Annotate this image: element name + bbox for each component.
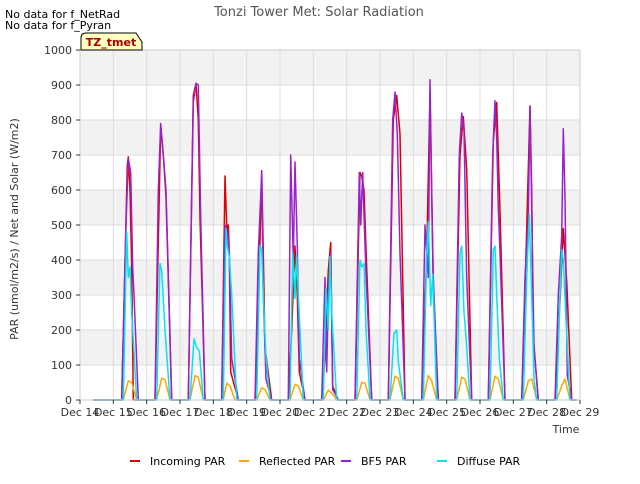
y-tick-label: 700	[51, 149, 72, 162]
site-tag: TZ_tmet	[80, 32, 143, 51]
background-band	[80, 190, 580, 225]
background-band	[80, 50, 580, 85]
x-axis-label: Time	[552, 423, 580, 436]
x-tick-label: Dec 29	[561, 406, 600, 419]
y-tick-label: 1000	[44, 44, 72, 57]
y-tick-label: 800	[51, 114, 72, 127]
chart-title: Tonzi Tower Met: Solar Radiation	[213, 5, 424, 20]
y-tick-label: 300	[51, 289, 72, 302]
y-tick-label: 600	[51, 184, 72, 197]
solar-radiation-chart: No data for f_NetRad No data for f_Pyran…	[0, 0, 640, 480]
background-band	[80, 120, 580, 155]
legend-label: BF5 PAR	[361, 455, 407, 468]
y-tick-label: 400	[51, 254, 72, 267]
legend-label: Reflected PAR	[259, 455, 336, 468]
y-tick-label: 100	[51, 359, 72, 372]
legend-label: Diffuse PAR	[457, 455, 521, 468]
legend-label: Incoming PAR	[150, 455, 226, 468]
y-tick-label: 500	[51, 219, 72, 232]
y-tick-label: 200	[51, 324, 72, 337]
legend: Incoming PAR Reflected PAR BF5 PAR Diffuse …	[130, 455, 521, 468]
no-data-note-pyran: No data for f_Pyran	[5, 19, 111, 32]
y-axis-label: PAR (umol/m2/s) / Net and Solar (W/m2)	[8, 118, 21, 340]
y-tick-label: 900	[51, 79, 72, 92]
site-tag-label: TZ_tmet	[86, 36, 136, 49]
chart-canvas: No data for f_NetRad No data for f_Pyran…	[5, 5, 600, 468]
